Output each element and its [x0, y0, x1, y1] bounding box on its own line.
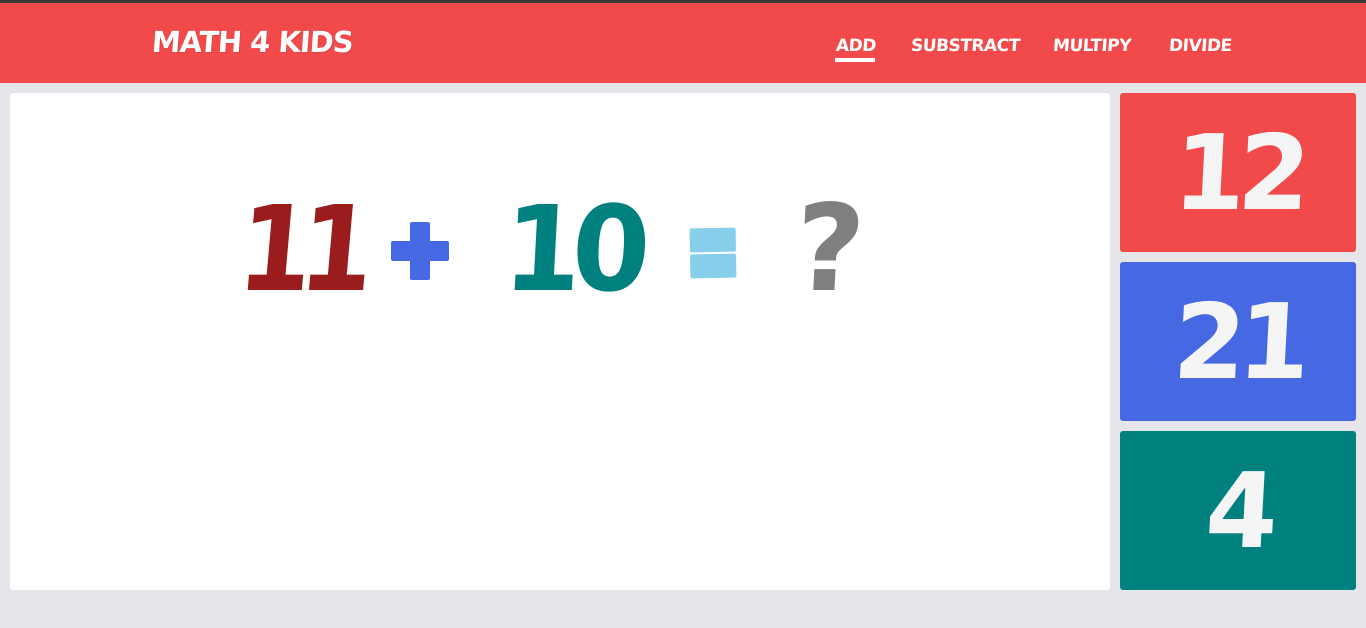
plus-icon	[391, 222, 449, 280]
answer-option-3[interactable]: 4	[1120, 431, 1356, 590]
equals-icon	[689, 226, 737, 281]
operand-b: 10	[499, 180, 645, 318]
unknown-answer: ?	[791, 180, 869, 319]
nav-divide[interactable]: DIVIDE	[1168, 36, 1232, 56]
nav-add[interactable]: ADD	[835, 36, 876, 56]
answer-option-2-value: 21	[1170, 280, 1306, 403]
equals-top-bar	[689, 227, 736, 253]
navbar: MATH 4 KIDS ADD SUBSTRACT MULTIPY DIVIDE	[0, 3, 1366, 83]
answer-option-1[interactable]: 12	[1120, 93, 1356, 252]
brand-logo[interactable]: MATH 4 KIDS	[151, 25, 354, 59]
nav-multipy[interactable]: MULTIPY	[1052, 36, 1131, 56]
answer-option-1-value: 12	[1170, 111, 1306, 234]
equals-bottom-bar	[690, 253, 737, 279]
problem-board	[10, 93, 1110, 590]
answer-option-3-value: 4	[1202, 449, 1274, 572]
answer-option-2[interactable]: 21	[1120, 262, 1356, 421]
nav-substract[interactable]: SUBSTRACT	[910, 36, 1020, 56]
operand-a: 11	[232, 180, 368, 318]
plus-vertical-bar	[410, 222, 430, 280]
